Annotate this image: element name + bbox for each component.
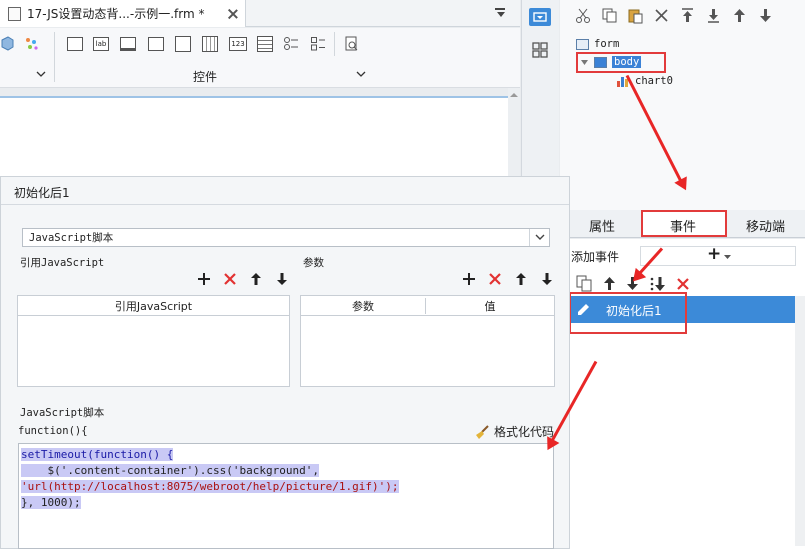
textarea-widget-icon[interactable] bbox=[257, 36, 273, 52]
toolbar-divider bbox=[334, 32, 335, 56]
divider bbox=[1, 204, 569, 205]
add-icon[interactable] bbox=[462, 272, 476, 286]
move-top-icon[interactable] bbox=[679, 7, 696, 24]
function-signature: function(){ bbox=[18, 425, 88, 437]
add-event-label: 添加事件 bbox=[571, 250, 620, 264]
move-up-icon[interactable] bbox=[731, 7, 748, 24]
number-widget-icon[interactable]: 123 bbox=[229, 37, 247, 51]
script-type-select[interactable]: JavaScript脚本 bbox=[22, 228, 550, 247]
list-widget-icon[interactable] bbox=[175, 36, 191, 52]
textbox-widget-icon[interactable] bbox=[120, 37, 136, 51]
controls-group-label: 控件 bbox=[192, 70, 217, 84]
label-widget-icon[interactable]: lab bbox=[93, 37, 109, 51]
table-header: 引用JavaScript bbox=[18, 296, 289, 316]
delete-event-icon[interactable] bbox=[676, 277, 690, 291]
tab-mobile[interactable]: 移动端 bbox=[746, 216, 785, 235]
move-up-icon[interactable] bbox=[249, 272, 263, 286]
dialog-title: 初始化后1 bbox=[14, 186, 70, 200]
widget-settings-button[interactable] bbox=[529, 8, 551, 26]
javascript-code-editor[interactable]: setTimeout(function() { $('.content-cont… bbox=[18, 443, 554, 549]
add-icon[interactable] bbox=[197, 272, 211, 286]
highlight-box-body bbox=[576, 52, 666, 73]
delete-icon[interactable] bbox=[223, 272, 237, 286]
ref-js-table[interactable]: 引用JavaScript bbox=[17, 295, 290, 387]
canvas-scrollbar[interactable] bbox=[508, 88, 520, 178]
tree-node-form[interactable]: form bbox=[576, 38, 619, 50]
widget-scatter-icon[interactable] bbox=[24, 36, 40, 52]
column-header: 参数 bbox=[301, 297, 426, 314]
move-up-icon[interactable] bbox=[603, 276, 616, 291]
chart-widget-icon[interactable] bbox=[0, 36, 14, 52]
file-icon bbox=[8, 6, 21, 21]
tree-node-chart[interactable]: chart0 bbox=[616, 74, 673, 88]
params-ops bbox=[462, 272, 554, 286]
widget-toolbar: lab 123 控件 bbox=[0, 28, 520, 88]
radio-widget-icon[interactable] bbox=[283, 36, 299, 52]
code-line: 'url(http://localhost:8075/webroot/help/… bbox=[21, 480, 399, 493]
chevron-down-icon[interactable] bbox=[36, 71, 46, 77]
frame-widget-icon[interactable] bbox=[67, 37, 83, 51]
scroll-up-icon[interactable] bbox=[508, 90, 520, 100]
paste-icon[interactable] bbox=[627, 7, 644, 24]
delete-icon[interactable] bbox=[653, 7, 670, 24]
code-line: }, 1000); bbox=[21, 496, 81, 509]
copy-icon[interactable] bbox=[601, 7, 618, 24]
date-widget-icon[interactable] bbox=[202, 36, 218, 52]
preview-widget-icon[interactable] bbox=[345, 36, 359, 52]
move-down-icon[interactable] bbox=[757, 7, 774, 24]
copy-event-icon[interactable] bbox=[576, 275, 593, 292]
code-line: setTimeout(function() { bbox=[21, 448, 174, 461]
cut-icon[interactable] bbox=[575, 7, 592, 24]
move-down-icon[interactable] bbox=[275, 272, 289, 286]
params-section-label: 参数 bbox=[303, 257, 324, 269]
chevron-down-icon bbox=[529, 229, 549, 246]
ref-js-section-label: 引用JavaScript bbox=[20, 257, 105, 269]
tree-toolbar bbox=[575, 6, 774, 24]
broom-icon bbox=[476, 424, 489, 439]
table-header: 参数 值 bbox=[301, 296, 554, 316]
move-up-icon[interactable] bbox=[514, 272, 528, 286]
widget-settings-icon bbox=[533, 12, 547, 22]
column-header: 值 bbox=[484, 299, 496, 313]
dropdown-widget-icon[interactable] bbox=[148, 37, 164, 51]
tree-node-label: chart0 bbox=[635, 75, 673, 87]
script-section-label: JavaScript脚本 bbox=[20, 407, 105, 419]
event-list-scrollbar[interactable] bbox=[795, 296, 805, 546]
move-bottom-icon[interactable] bbox=[705, 7, 722, 24]
format-code-button[interactable]: 格式化代码 bbox=[474, 423, 554, 440]
params-table[interactable]: 参数 值 bbox=[300, 295, 555, 387]
column-header: 引用JavaScript bbox=[114, 299, 193, 313]
delete-icon[interactable] bbox=[488, 272, 502, 286]
design-canvas[interactable] bbox=[0, 96, 520, 176]
tab-menu-icon[interactable] bbox=[494, 7, 508, 19]
chevron-down-icon[interactable] bbox=[356, 71, 366, 77]
add-event-plus: + bbox=[707, 244, 722, 264]
highlight-box-event bbox=[569, 292, 687, 334]
chevron-down-icon bbox=[724, 255, 731, 259]
checkbox-widget-icon[interactable] bbox=[310, 36, 326, 52]
script-type-value: JavaScript脚本 bbox=[29, 232, 114, 244]
toolbar-divider bbox=[54, 32, 55, 82]
tab-properties[interactable]: 属性 bbox=[589, 216, 615, 235]
ref-js-ops bbox=[197, 272, 289, 286]
editor-tab[interactable]: 17-JS设置动态背...-示例一.frm * bbox=[0, 0, 246, 27]
layout-panel-icon[interactable] bbox=[532, 42, 548, 58]
editor-tab-title: 17-JS设置动态背...-示例一.frm * bbox=[27, 7, 205, 21]
code-line: $('.content-container').css('background'… bbox=[21, 464, 320, 477]
tab-events[interactable]: 事件 bbox=[670, 216, 696, 235]
close-icon[interactable] bbox=[227, 8, 239, 20]
move-bottom-icon[interactable] bbox=[649, 276, 666, 292]
form-icon bbox=[576, 38, 589, 50]
move-down-icon[interactable] bbox=[540, 272, 554, 286]
tree-node-label: form bbox=[594, 38, 620, 50]
